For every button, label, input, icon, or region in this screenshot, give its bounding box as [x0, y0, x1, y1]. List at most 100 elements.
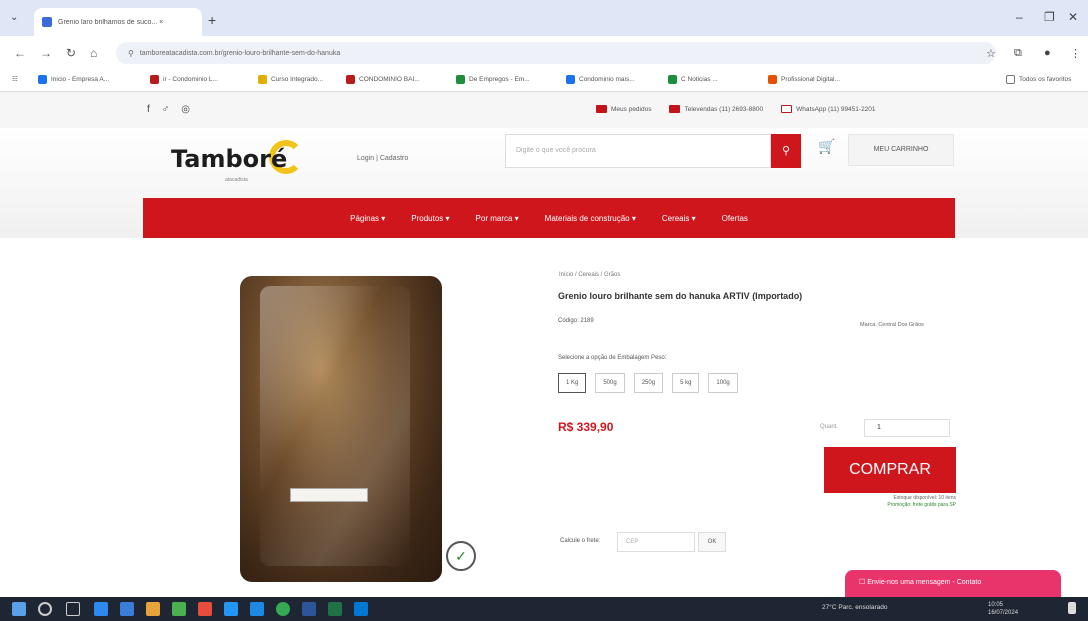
shipping-ok-button[interactable]: OK [698, 532, 726, 552]
maximize-icon[interactable]: ❐ [1044, 10, 1055, 24]
product-title: Grenio louro brilhante sem do hanuka ART… [558, 291, 803, 301]
cep-input[interactable]: CEP [617, 532, 695, 552]
forward-icon[interactable]: → [40, 46, 52, 60]
social-links: f ♂ ◎ [147, 104, 190, 115]
word-icon[interactable] [250, 602, 264, 616]
app-icon[interactable] [120, 602, 134, 616]
phone-icon [669, 105, 681, 113]
excel-icon[interactable] [328, 602, 342, 616]
google-plus-icon[interactable]: ♂ [162, 104, 170, 115]
cart-icon[interactable]: 🛒 [818, 138, 835, 155]
search-taskbar-icon[interactable] [38, 602, 52, 616]
logo-text: Tamboré [171, 145, 288, 173]
profile-icon[interactable]: ● [1044, 47, 1051, 59]
notifications-icon[interactable] [1068, 602, 1076, 614]
quantity-stepper[interactable]: 1 [864, 419, 950, 437]
bookmark-item[interactable]: Curso Integrado... [258, 75, 323, 84]
bookmark-item[interactable]: Profissional Digital... [768, 75, 840, 84]
whatsapp-link[interactable]: WhatsApp (11) 99451-2201 [781, 105, 876, 113]
start-icon[interactable] [12, 602, 26, 616]
site-info-icon[interactable]: ⚲ [128, 49, 134, 58]
package-label [290, 488, 368, 502]
product-image[interactable] [240, 276, 442, 582]
nav-item-por-marca[interactable]: Por marca ▾ [476, 214, 519, 223]
bookmark-item[interactable]: Condominio mais... [566, 75, 635, 84]
bookmarks-bar: ☷ Inicio - Empresa A... ir - Condominio … [0, 70, 1088, 92]
facebook-icon[interactable]: f [147, 104, 150, 115]
top-links: Meus pedidos Televendas (11) 2693-8800 W… [596, 105, 876, 113]
weather-tray[interactable]: 27°C Parc. ensolarado [822, 604, 887, 611]
option-500g[interactable]: 500g [595, 373, 625, 393]
nav-item-cereais[interactable]: Cereais ▾ [662, 214, 696, 223]
app-icon[interactable] [198, 602, 212, 616]
browser-tab[interactable]: Grenio laro brilhamos de suco... × [34, 8, 202, 36]
bookmark-star-icon[interactable]: ☆ [986, 47, 996, 60]
buy-note: Estoque disponível: 10 itens Promoção: f… [887, 495, 956, 508]
product-price: R$ 339,90 [558, 420, 614, 434]
tab-title: Grenio laro brilhamos de suco... × [58, 18, 164, 26]
back-icon[interactable]: ← [14, 46, 26, 60]
package-options: 1 Kg 500g 250g 5 kg 100g [558, 373, 738, 393]
main-nav: Páginas ▾ Produtos ▾ Por marca ▾ Materia… [143, 198, 955, 238]
task-view-icon[interactable] [66, 602, 80, 616]
clock[interactable]: 10:05 16/07/2024 [988, 601, 1018, 617]
app-icon[interactable] [172, 602, 186, 616]
browser-tab-bar: ⌄ Grenio laro brilhamos de suco... × + –… [0, 0, 1088, 36]
windows-taskbar: 27°C Parc. ensolarado 10:05 16/07/2024 [0, 597, 1088, 621]
nav-item-materiais[interactable]: Materiais de construção ▾ [545, 214, 636, 223]
app-icon[interactable] [302, 602, 316, 616]
whatsapp-icon [781, 105, 793, 113]
shipping-label: Calcule o frete: [560, 538, 601, 544]
bookmark-item[interactable]: ir - Condominio L... [150, 75, 218, 84]
buy-button[interactable]: COMPRAR [824, 447, 956, 493]
nav-item-produtos[interactable]: Produtos ▾ [411, 214, 449, 223]
minimize-icon[interactable]: – [1016, 10, 1023, 24]
extensions-icon[interactable]: ⧉ [1014, 47, 1022, 60]
menu-icon[interactable]: ⋮ [1070, 47, 1081, 60]
instagram-icon[interactable]: ◎ [181, 104, 190, 115]
address-bar-row: ← → ↻ ⌂ ⚲ tamboreatacadista.com.br/greni… [0, 36, 1088, 70]
product-brand[interactable]: Marca: Central Dos Grãos [860, 322, 924, 328]
search-input[interactable]: Digite o que você procura [505, 134, 771, 168]
site-logo[interactable]: Tamboré atacadista [165, 137, 305, 185]
new-tab-icon[interactable]: + [208, 12, 216, 28]
quantity-label: Quant. [820, 424, 839, 430]
all-bookmarks-item[interactable]: Todos os favoritos [1006, 75, 1071, 84]
bookmark-item[interactable]: Inicio - Empresa A... [38, 75, 109, 84]
search-placeholder: Digite o que você procura [516, 147, 596, 154]
logo-subtext: atacadista [225, 177, 248, 183]
bookmark-item[interactable]: CONDOMINIO BAI... [346, 75, 420, 84]
files-icon[interactable] [146, 602, 160, 616]
product-sku: Código: 2189 [558, 318, 594, 324]
cart-button[interactable]: MEU CARRINHO [848, 134, 954, 166]
app-icon[interactable] [354, 602, 368, 616]
chat-widget[interactable]: ☐ Envie-nos uma mensagem - Contato [845, 570, 1061, 600]
apps-icon[interactable]: ☷ [12, 75, 18, 83]
reload-icon[interactable]: ↻ [66, 46, 76, 60]
home-icon[interactable]: ⌂ [90, 46, 97, 60]
bookmark-item[interactable]: De Empregos - Em... [456, 75, 530, 84]
search-button[interactable]: ⚲ [771, 134, 801, 168]
nav-item-paginas[interactable]: Páginas ▾ [350, 214, 385, 223]
site-favicon-icon [42, 17, 52, 27]
app-icon[interactable] [224, 602, 238, 616]
nav-item-ofertas[interactable]: Ofertas [722, 214, 748, 223]
option-1kg[interactable]: 1 Kg [558, 373, 587, 393]
login-link[interactable]: Login | Cadastro [357, 155, 408, 162]
orders-link[interactable]: Meus pedidos [596, 105, 651, 113]
url-field[interactable]: ⚲ tamboreatacadista.com.br/grenio-louro-… [116, 42, 996, 64]
option-100g[interactable]: 100g [708, 373, 738, 393]
tab-search-icon[interactable]: ⌄ [10, 12, 24, 24]
bookmark-item[interactable]: C Noticias ... [668, 75, 718, 84]
breadcrumb[interactable]: Início / Cereais / Grãos [559, 272, 620, 278]
edge-icon[interactable] [94, 602, 108, 616]
search-icon: ⚲ [781, 145, 791, 157]
option-5kg[interactable]: 5 kg [672, 373, 700, 393]
close-window-icon[interactable]: ✕ [1068, 10, 1078, 24]
chrome-icon[interactable] [276, 602, 290, 616]
quality-seal-icon: ✓ [446, 541, 476, 571]
option-250g[interactable]: 250g [633, 373, 664, 393]
url-text: tamboreatacadista.com.br/grenio-louro-br… [139, 49, 341, 57]
phone-link[interactable]: Televendas (11) 2693-8800 [669, 105, 763, 113]
option-label: Selecione a opção de Embalagem Peso: [558, 355, 667, 361]
